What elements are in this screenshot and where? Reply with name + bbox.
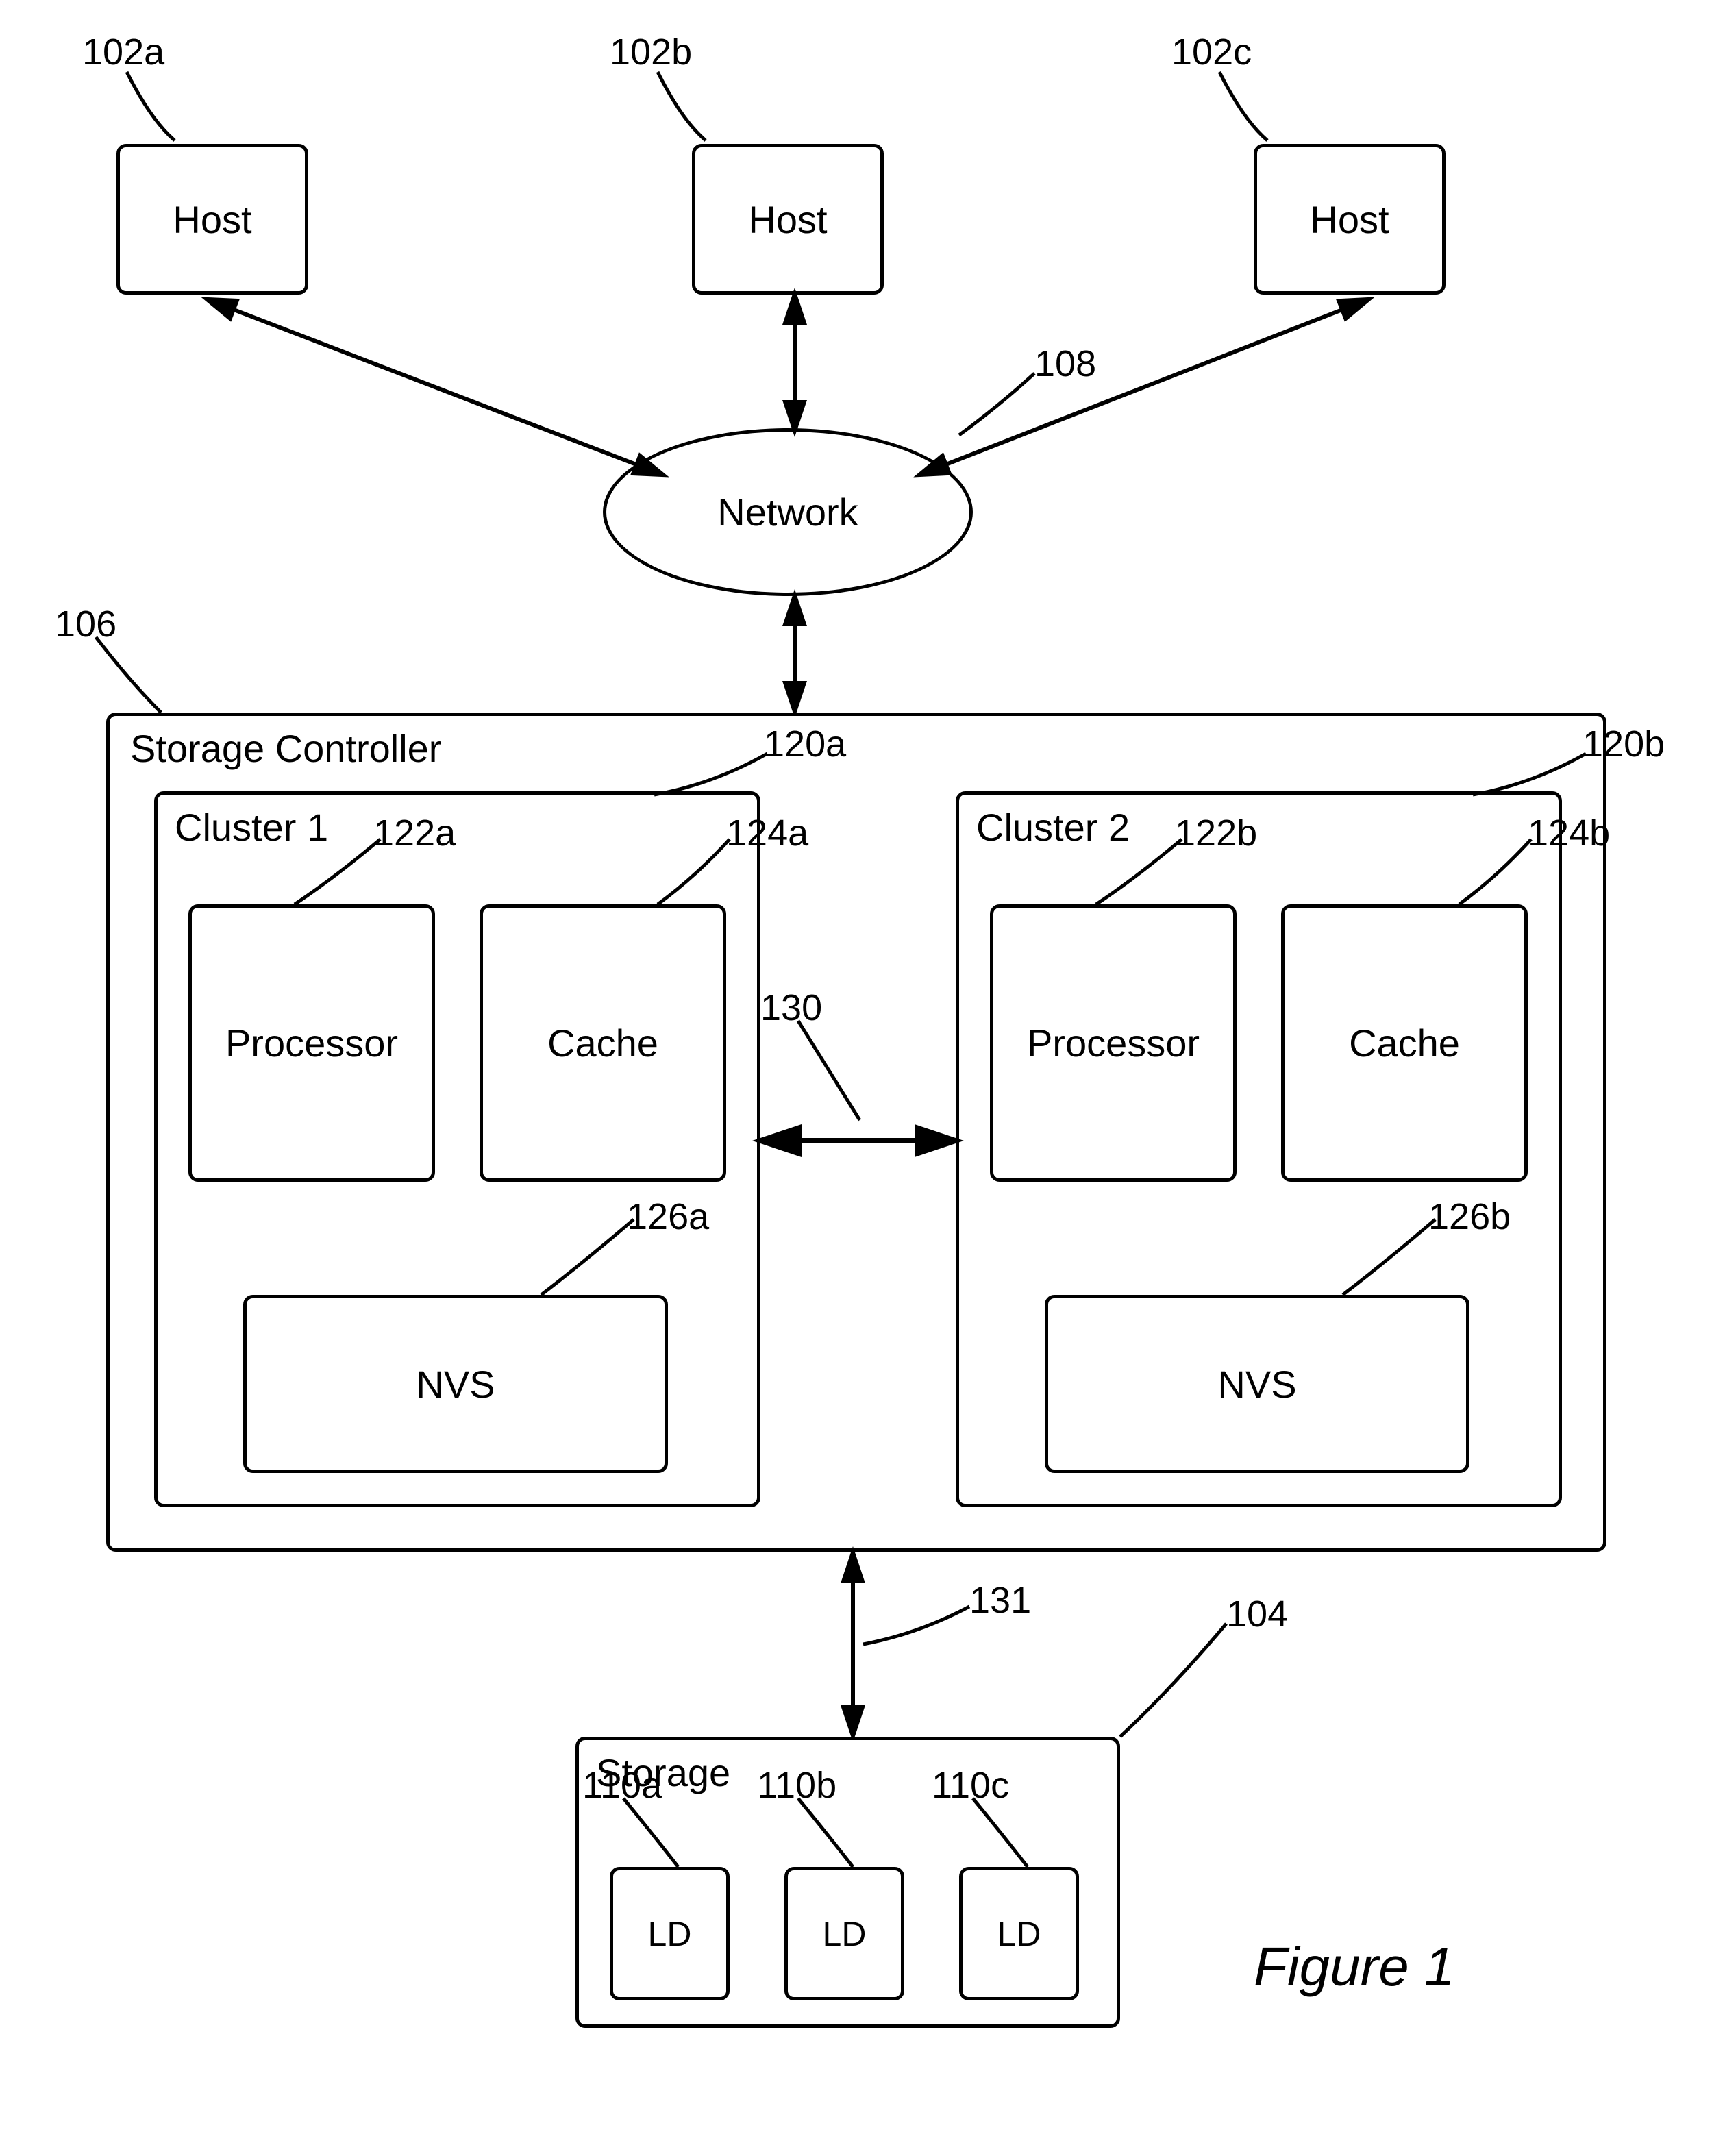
cluster1-nvs-label: NVS — [416, 1362, 495, 1407]
arrow-ctrl-storage — [839, 1552, 867, 1737]
cluster2-cache-box: Cache — [1281, 904, 1528, 1182]
ref-130: 130 — [760, 987, 822, 1029]
ref-110c: 110c — [932, 1764, 1009, 1807]
leader-104 — [1120, 1624, 1230, 1740]
cluster1-title: Cluster 1 — [175, 805, 328, 850]
cluster1-cache-box: Cache — [480, 904, 726, 1182]
host-c-label: Host — [1310, 197, 1389, 242]
host-c-box: Host — [1254, 144, 1446, 295]
ld-b-box: LD — [784, 1867, 904, 2000]
network-label: Network — [717, 490, 858, 534]
leader-108 — [959, 373, 1041, 438]
leader-102c — [1219, 72, 1315, 147]
cluster2-nvs-label: NVS — [1217, 1362, 1296, 1407]
host-b-label: Host — [748, 197, 827, 242]
ld-a-box: LD — [610, 1867, 730, 2000]
arrow-hostc-net — [911, 295, 1377, 486]
ref-124b: 124b — [1528, 812, 1610, 854]
host-a-box: Host — [116, 144, 308, 295]
ref-124a: 124a — [726, 812, 808, 854]
cluster1-nvs-box: NVS — [243, 1295, 668, 1473]
cluster1-cache-label: Cache — [547, 1021, 658, 1065]
arrow-hosta-net — [206, 295, 671, 486]
ref-120b: 120b — [1583, 723, 1665, 765]
ref-102b: 102b — [610, 31, 692, 73]
ld-b-label: LD — [823, 1914, 867, 1954]
ld-c-label: LD — [997, 1914, 1041, 1954]
leader-131 — [863, 1607, 973, 1651]
cluster1-processor-label: Processor — [225, 1021, 398, 1065]
ref-126b: 126b — [1428, 1195, 1511, 1238]
ref-110a: 110a — [582, 1764, 662, 1807]
cluster1-processor-box: Processor — [188, 904, 435, 1182]
cluster2-nvs-box: NVS — [1045, 1295, 1469, 1473]
ref-106: 106 — [55, 603, 116, 645]
ref-120a: 120a — [764, 723, 846, 765]
ld-c-box: LD — [959, 1867, 1079, 2000]
arrow-hostb-net — [781, 295, 808, 432]
arrow-net-ctrl — [781, 596, 808, 713]
host-b-box: Host — [692, 144, 884, 295]
leader-102a — [127, 72, 223, 147]
ref-108: 108 — [1034, 343, 1096, 385]
ld-a-label: LD — [648, 1914, 692, 1954]
host-a-label: Host — [173, 197, 251, 242]
ref-131: 131 — [969, 1579, 1031, 1622]
ref-110b: 110b — [757, 1764, 836, 1807]
cluster2-cache-label: Cache — [1349, 1021, 1460, 1065]
ref-104: 104 — [1226, 1593, 1288, 1635]
ref-102c: 102c — [1171, 31, 1252, 73]
ref-122a: 122a — [373, 812, 456, 854]
ref-122b: 122b — [1175, 812, 1257, 854]
cluster2-title: Cluster 2 — [976, 805, 1130, 850]
leader-106 — [96, 637, 178, 716]
ref-102a: 102a — [82, 31, 164, 73]
leader-102b — [658, 72, 754, 147]
network-ellipse: Network — [603, 428, 973, 596]
cluster2-processor-box: Processor — [990, 904, 1237, 1182]
storage-controller-label: Storage Controller — [130, 726, 441, 771]
figure-title: Figure 1 — [1254, 1935, 1454, 1998]
cluster2-processor-label: Processor — [1027, 1021, 1200, 1065]
ref-126a: 126a — [627, 1195, 709, 1238]
